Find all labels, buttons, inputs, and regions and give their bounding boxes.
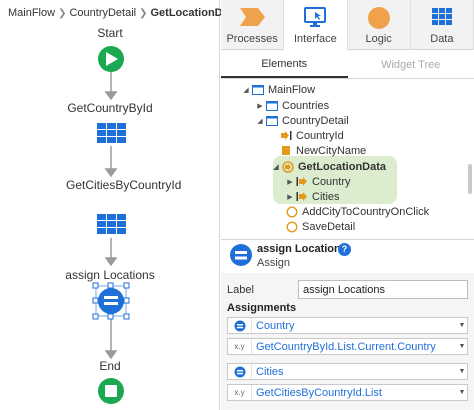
properties-panel: assign Locations ? Assign Label Assignme…: [221, 239, 474, 410]
caret-right-icon[interactable]: ▶: [285, 178, 295, 186]
dropdown-caret-icon[interactable]: ▼: [457, 322, 467, 329]
assign-node-icon[interactable]: [92, 282, 130, 320]
tree-item-countryid[interactable]: CountryId: [279, 128, 344, 143]
help-icon[interactable]: ?: [338, 243, 351, 256]
tree-item-savedetail[interactable]: SaveDetail: [285, 219, 355, 234]
client-action-icon: [285, 205, 299, 218]
tree-item-countrydetail[interactable]: ◢ CountryDetail: [255, 113, 348, 128]
caret-down-icon[interactable]: ◢: [271, 163, 281, 171]
tab-data[interactable]: Data: [411, 0, 474, 50]
flow-node-label: GetCitiesByCountryId: [66, 178, 182, 192]
caret-right-icon[interactable]: ▶: [255, 102, 265, 110]
flow-node-label: End: [99, 359, 121, 373]
expression-icon: x.y: [228, 385, 252, 400]
tab-logic[interactable]: Logic: [348, 0, 411, 50]
tab-widget-tree[interactable]: Widget Tree: [348, 51, 474, 78]
selection-handle: [92, 313, 99, 320]
tree-item-country[interactable]: ▶ Country: [285, 174, 350, 189]
data-action-icon: [281, 160, 295, 173]
assignments-heading: Assignments: [227, 302, 297, 314]
assignment-value-field[interactable]: x.y GetCitiesByCountryId.List ▼: [227, 384, 468, 401]
variable-icon: [228, 318, 252, 333]
tree-item-cities[interactable]: ▶ Cities: [285, 189, 339, 204]
selection-handle: [123, 282, 130, 289]
output-parameter-icon: [295, 176, 309, 188]
flow-node-label: Start: [97, 26, 123, 40]
chevron-flag-icon: [240, 8, 266, 26]
screen-icon: [265, 100, 279, 112]
client-action-icon: [285, 220, 299, 233]
tab-interface[interactable]: Interface: [284, 0, 348, 51]
flow-arrowhead-icon: [104, 91, 118, 101]
selection-handle: [92, 282, 99, 289]
tree-item-getlocationdata[interactable]: ◢ GetLocationData: [271, 159, 386, 174]
caret-right-icon[interactable]: ▶: [285, 193, 295, 201]
orange-circle-icon: [367, 7, 390, 29]
flow-diagram: [92, 46, 130, 404]
screen-icon: [265, 115, 279, 127]
tree-scrollbar[interactable]: [468, 164, 472, 194]
tab-processes[interactable]: Processes: [221, 0, 285, 50]
variable-icon: [228, 364, 252, 379]
main-tabs: Processes Interface Logic Data: [221, 0, 474, 51]
local-variable-icon: [279, 145, 293, 157]
start-node-icon[interactable]: [98, 46, 124, 72]
tree-item-mainflow[interactable]: ◢ MainFlow: [241, 82, 315, 97]
assignment-value-field[interactable]: x.y GetCountryById.List.Current.Country …: [227, 338, 468, 355]
end-node-icon[interactable]: [98, 378, 124, 404]
selection-handle: [107, 313, 114, 320]
right-panel: Processes Interface Logic Data Elements …: [221, 0, 474, 410]
properties-title: assign Locations: [257, 243, 347, 255]
input-parameter-icon: [279, 130, 293, 142]
expression-icon: x.y: [228, 339, 252, 354]
flow-node-label: assign Locations: [65, 268, 155, 282]
caret-down-icon[interactable]: ◢: [241, 86, 251, 94]
dropdown-caret-icon[interactable]: ▼: [457, 389, 467, 396]
selection-handle: [92, 297, 99, 304]
tree-item-newcityname[interactable]: NewCityName: [279, 143, 366, 158]
label-caption: Label: [227, 284, 254, 296]
label-row: Label: [221, 280, 474, 300]
flow-node-label: GetCountryById: [67, 101, 153, 115]
flow-screen-icon: [251, 84, 265, 96]
flow-arrowhead-icon: [104, 257, 118, 267]
tab-elements[interactable]: Elements: [221, 51, 348, 78]
selection-handle: [123, 297, 130, 304]
selection-handle: [123, 313, 130, 320]
dropdown-caret-icon[interactable]: ▼: [457, 368, 467, 375]
selection-handle: [107, 282, 114, 289]
sub-tabs: Elements Widget Tree: [221, 51, 474, 79]
properties-header: assign Locations ? Assign: [221, 240, 474, 273]
flow-canvas[interactable]: MainFlow ❯ CountryDetail ❯ GetLocationDa…: [0, 0, 239, 410]
assignment-variable-field[interactable]: Country ▼: [227, 317, 468, 334]
flow-arrowhead-icon: [104, 168, 118, 178]
tree-item-countries[interactable]: ▶ Countries: [255, 98, 329, 113]
aggregate-icon[interactable]: [97, 123, 126, 145]
grid-icon: [431, 8, 452, 25]
label-input[interactable]: [298, 280, 468, 299]
flow-arrowhead-icon: [104, 350, 118, 360]
assign-icon: [230, 244, 252, 266]
assignment-variable-field[interactable]: Cities ▼: [227, 363, 468, 380]
dropdown-caret-icon[interactable]: ▼: [457, 343, 467, 350]
tree-item-addcitytocountryonclick[interactable]: AddCityToCountryOnClick: [285, 204, 429, 219]
monitor-icon: [304, 7, 327, 27]
element-tree: ◢ MainFlow ▶ Countries ◢ CountryDetail C…: [221, 80, 474, 238]
properties-subtitle: Assign: [257, 257, 291, 269]
output-parameter-icon: [295, 191, 309, 203]
caret-down-icon[interactable]: ◢: [255, 117, 265, 125]
aggregate-icon[interactable]: [97, 214, 126, 234]
